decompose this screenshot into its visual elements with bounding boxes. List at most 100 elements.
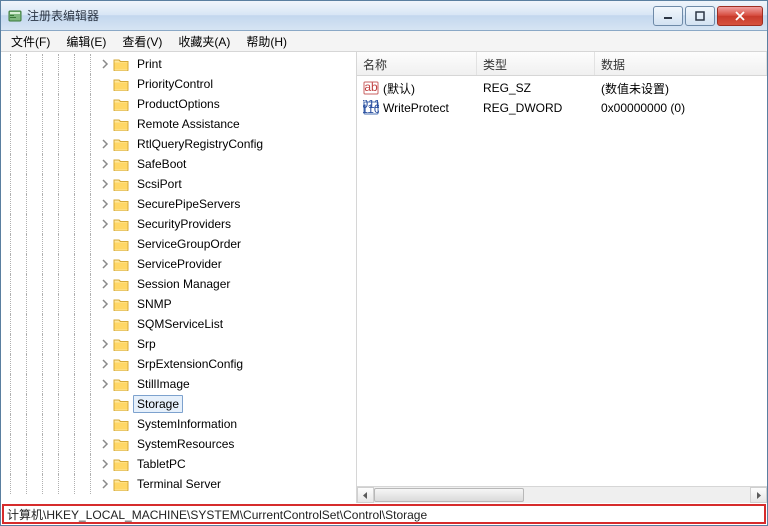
tree-item[interactable]: ServiceGroupOrder <box>1 234 356 254</box>
tree-item[interactable]: PriorityControl <box>1 74 356 94</box>
chevron-right-icon[interactable] <box>99 198 111 210</box>
tree-item-label: PriorityControl <box>133 75 217 93</box>
menubar: 文件(F) 编辑(E) 查看(V) 收藏夹(A) 帮助(H) <box>1 31 767 52</box>
folder-icon <box>113 56 129 72</box>
value-type: REG_DWORD <box>483 101 562 115</box>
chevron-right-icon[interactable] <box>99 358 111 370</box>
list-row[interactable]: ab (默认) REG_SZ (数值未设置) <box>357 78 767 98</box>
folder-icon <box>113 336 129 352</box>
value-data: (数值未设置) <box>601 80 669 97</box>
tree-item[interactable]: StillImage <box>1 374 356 394</box>
tree-item[interactable]: SecurityProviders <box>1 214 356 234</box>
tree-item-label: SystemInformation <box>133 415 241 433</box>
folder-icon <box>113 296 129 312</box>
tree-item-label: SafeBoot <box>133 155 190 173</box>
maximize-button[interactable] <box>685 6 715 26</box>
tree-item[interactable]: SrpExtensionConfig <box>1 354 356 374</box>
column-name[interactable]: 名称 <box>357 52 477 75</box>
menu-view[interactable]: 查看(V) <box>114 31 170 52</box>
folder-icon <box>113 356 129 372</box>
menu-help[interactable]: 帮助(H) <box>238 31 295 52</box>
tree-item-label: ServiceGroupOrder <box>133 235 245 253</box>
folder-icon <box>113 96 129 112</box>
tree-item[interactable]: ProductOptions <box>1 94 356 114</box>
tree-item[interactable]: SNMP <box>1 294 356 314</box>
value-name: WriteProtect <box>383 101 449 115</box>
close-button[interactable] <box>717 6 763 26</box>
chevron-right-icon[interactable] <box>99 178 111 190</box>
tree-item-label: SecurityProviders <box>133 215 235 233</box>
chevron-right-icon[interactable] <box>99 58 111 70</box>
value-data: 0x00000000 (0) <box>601 101 685 115</box>
tree-item-label: SNMP <box>133 295 176 313</box>
chevron-right-icon[interactable] <box>99 438 111 450</box>
window-title: 注册表编辑器 <box>27 7 653 24</box>
folder-icon <box>113 176 129 192</box>
chevron-right-icon[interactable] <box>99 478 111 490</box>
folder-icon <box>113 76 129 92</box>
chevron-right-icon[interactable] <box>99 338 111 350</box>
tree-item[interactable]: Remote Assistance <box>1 114 356 134</box>
folder-icon <box>113 476 129 492</box>
folder-icon <box>113 436 129 452</box>
tree-item[interactable]: Terminal Server <box>1 474 356 494</box>
scroll-left-button[interactable] <box>357 487 374 503</box>
chevron-right-icon[interactable] <box>99 218 111 230</box>
chevron-right-icon[interactable] <box>99 138 111 150</box>
scroll-track[interactable] <box>374 487 750 503</box>
value-name: (默认) <box>383 80 415 97</box>
folder-icon <box>113 196 129 212</box>
folder-icon <box>113 416 129 432</box>
chevron-right-icon[interactable] <box>99 378 111 390</box>
tree-item-label: SystemResources <box>133 435 238 453</box>
tree-item-label: SrpExtensionConfig <box>133 355 247 373</box>
folder-icon <box>113 156 129 172</box>
list-hscroll[interactable] <box>357 486 767 503</box>
folder-icon <box>113 256 129 272</box>
menu-file[interactable]: 文件(F) <box>3 31 58 52</box>
column-data[interactable]: 数据 <box>595 52 767 75</box>
tree-item-label: Terminal Server <box>133 475 225 493</box>
tree-item[interactable]: SecurePipeServers <box>1 194 356 214</box>
menu-favorites[interactable]: 收藏夹(A) <box>170 31 238 52</box>
minimize-button[interactable] <box>653 6 683 26</box>
body: PrintPriorityControlProductOptionsRemote… <box>1 52 767 503</box>
tree-item[interactable]: SystemInformation <box>1 414 356 434</box>
svg-text:ab: ab <box>364 80 378 94</box>
tree-item[interactable]: RtlQueryRegistryConfig <box>1 134 356 154</box>
chevron-right-icon[interactable] <box>99 298 111 310</box>
tree-item[interactable]: Print <box>1 54 356 74</box>
list-body[interactable]: ab (默认) REG_SZ (数值未设置) 011110 WriteProtect REG… <box>357 76 767 486</box>
column-type[interactable]: 类型 <box>477 52 595 75</box>
titlebar[interactable]: 注册表编辑器 <box>1 1 767 31</box>
statusbar: 计算机\HKEY_LOCAL_MACHINE\SYSTEM\CurrentCon… <box>2 504 766 524</box>
scroll-right-button[interactable] <box>750 487 767 503</box>
list-row[interactable]: 011110 WriteProtect REG_DWORD 0x00000000 (0… <box>357 98 767 118</box>
tree-item-label: SQMServiceList <box>133 315 227 333</box>
tree-item[interactable]: ScsiPort <box>1 174 356 194</box>
tree-item[interactable]: Storage <box>1 394 356 414</box>
chevron-right-icon[interactable] <box>99 458 111 470</box>
tree-pane[interactable]: PrintPriorityControlProductOptionsRemote… <box>1 52 357 503</box>
folder-icon <box>113 216 129 232</box>
tree-item[interactable]: Srp <box>1 334 356 354</box>
tree-item[interactable]: TabletPC <box>1 454 356 474</box>
menu-edit[interactable]: 编辑(E) <box>58 31 114 52</box>
value-type: REG_SZ <box>483 81 531 95</box>
window-controls <box>653 6 763 26</box>
tree-item-label: Srp <box>133 335 160 353</box>
tree-item[interactable]: SafeBoot <box>1 154 356 174</box>
tree-item[interactable]: Session Manager <box>1 274 356 294</box>
tree-item-label: TabletPC <box>133 455 190 473</box>
list-pane: 名称 类型 数据 ab (默认) REG_SZ (数值未设置) 011110 WriteP… <box>357 52 767 503</box>
tree-item[interactable]: SQMServiceList <box>1 314 356 334</box>
chevron-right-icon[interactable] <box>99 278 111 290</box>
folder-icon <box>113 236 129 252</box>
tree-item[interactable]: SystemResources <box>1 434 356 454</box>
scroll-thumb[interactable] <box>374 488 524 502</box>
reg-binary-icon: 011110 <box>363 100 379 116</box>
folder-icon <box>113 136 129 152</box>
chevron-right-icon[interactable] <box>99 158 111 170</box>
tree-item[interactable]: ServiceProvider <box>1 254 356 274</box>
chevron-right-icon[interactable] <box>99 258 111 270</box>
